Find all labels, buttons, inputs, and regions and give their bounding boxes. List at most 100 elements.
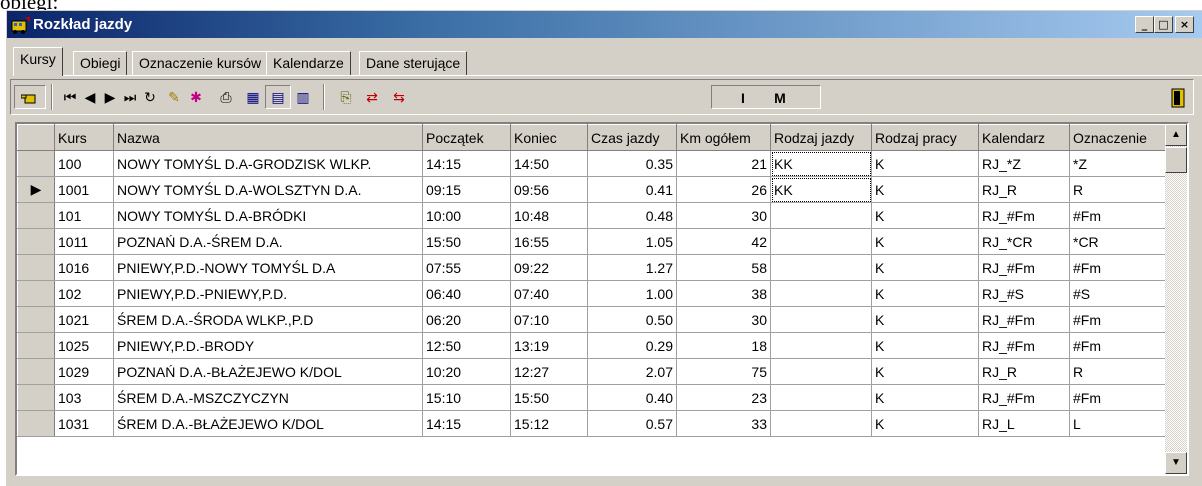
- table-row[interactable]: 1029 POZNAŃ D.A.-BŁAŻEJEWO K/DOL 10:20 12:2…: [17, 358, 1166, 385]
- table-row[interactable]: 101 NOWY TOMYŚL D.A-BRÓDKI 10:00 10:48 0.48 3…: [17, 202, 1166, 229]
- table-cell[interactable]: 26: [676, 176, 771, 203]
- table-cell[interactable]: 18: [676, 332, 771, 359]
- table-cell[interactable]: *CR: [1069, 228, 1166, 255]
- table-cell[interactable]: 07:10: [510, 306, 588, 333]
- table-cell[interactable]: 0.48: [587, 202, 677, 229]
- table-cell[interactable]: K: [871, 332, 979, 359]
- tab-oznaczenie-kursow[interactable]: Oznaczenie kursów: [132, 51, 269, 75]
- table-cell[interactable]: #S: [1069, 280, 1166, 307]
- table-cell[interactable]: RJ_#S: [978, 280, 1070, 307]
- table-cell[interactable]: R: [1069, 358, 1166, 385]
- table-row[interactable]: 1016 PNIEWY,P.D.-NOWY TOMYŚL D.A 07:55 09:2…: [17, 254, 1166, 281]
- table-cell[interactable]: 1029: [54, 358, 114, 385]
- row-indicator[interactable]: [17, 150, 55, 177]
- hand-pointer-icon[interactable]: [21, 90, 39, 106]
- table-row[interactable]: 1031 ŚREM D.A.-BŁAŻEJEWO K/DOL 14:15 15:12 0…: [17, 410, 1166, 437]
- print-icon[interactable]: ⎙: [216, 87, 236, 109]
- table-cell[interactable]: [770, 306, 872, 333]
- table-cell[interactable]: 38: [676, 280, 771, 307]
- form-view-icon[interactable]: ▤: [268, 87, 288, 109]
- table-cell[interactable]: 09:22: [510, 254, 588, 281]
- table-cell[interactable]: 06:20: [422, 306, 511, 333]
- table-cell[interactable]: K: [871, 384, 979, 411]
- table-cell[interactable]: K: [871, 358, 979, 385]
- row-indicator[interactable]: [17, 410, 55, 437]
- table-cell[interactable]: #Fm: [1069, 332, 1166, 359]
- table-cell[interactable]: ŚREM D.A.-ŚRODA WLKP.,P.D: [113, 306, 423, 333]
- row-indicator[interactable]: [17, 254, 55, 281]
- tab-kalendarze[interactable]: Kalendarze: [266, 51, 351, 75]
- column-header[interactable]: Rodzaj jazdy: [770, 124, 872, 151]
- table-cell[interactable]: [770, 254, 872, 281]
- row-indicator[interactable]: [17, 306, 55, 333]
- tab-kursy[interactable]: Kursy: [13, 47, 63, 76]
- table-cell[interactable]: RJ_#Fm: [978, 384, 1070, 411]
- table-cell[interactable]: 0.35: [587, 150, 677, 177]
- mode-i-button[interactable]: I: [735, 87, 751, 109]
- maximize-button[interactable]: □: [1154, 16, 1173, 33]
- table-cell[interactable]: 101: [54, 202, 114, 229]
- table-cell[interactable]: 30: [676, 306, 771, 333]
- report-icon[interactable]: ⎘: [336, 87, 356, 109]
- table-cell[interactable]: 14:15: [422, 410, 511, 437]
- table-cell[interactable]: 1011: [54, 228, 114, 255]
- table-cell[interactable]: RJ_*CR: [978, 228, 1070, 255]
- table-row[interactable]: 1021 ŚREM D.A.-ŚRODA WLKP.,P.D 06:20 07:10 0…: [17, 306, 1166, 333]
- column-header[interactable]: Rodzaj pracy: [871, 124, 979, 151]
- row-indicator[interactable]: [17, 202, 55, 229]
- table-cell[interactable]: [770, 384, 872, 411]
- table-cell[interactable]: [770, 358, 872, 385]
- table-cell[interactable]: K: [871, 410, 979, 437]
- table-cell[interactable]: RJ_#Fm: [978, 332, 1070, 359]
- table-cell[interactable]: 0.41: [587, 176, 677, 203]
- table-cell[interactable]: KK: [770, 150, 872, 177]
- scroll-thumb[interactable]: [1165, 147, 1187, 173]
- table-cell[interactable]: RJ_R: [978, 358, 1070, 385]
- table-cell[interactable]: K: [871, 228, 979, 255]
- column-header[interactable]: Oznaczenie: [1069, 124, 1166, 151]
- table-cell[interactable]: 16:55: [510, 228, 588, 255]
- table-cell[interactable]: R: [1069, 176, 1166, 203]
- table-cell[interactable]: #Fm: [1069, 202, 1166, 229]
- table-cell[interactable]: [770, 202, 872, 229]
- table-cell[interactable]: 1031: [54, 410, 114, 437]
- table-cell[interactable]: 06:40: [422, 280, 511, 307]
- table-cell[interactable]: 0.57: [587, 410, 677, 437]
- table-cell[interactable]: 1.05: [587, 228, 677, 255]
- table-cell[interactable]: 42: [676, 228, 771, 255]
- table-cell[interactable]: [770, 332, 872, 359]
- table-cell[interactable]: 14:50: [510, 150, 588, 177]
- tab-obiegi[interactable]: Obiegi: [73, 51, 128, 75]
- remove-trip-icon[interactable]: ⇆: [388, 87, 410, 109]
- minimize-button[interactable]: _: [1135, 16, 1154, 33]
- table-cell[interactable]: 1025: [54, 332, 114, 359]
- table-cell[interactable]: 13:19: [510, 332, 588, 359]
- table-cell[interactable]: POZNAŃ D.A.-BŁAŻEJEWO K/DOL: [113, 358, 423, 385]
- table-cell[interactable]: 103: [54, 384, 114, 411]
- row-indicator[interactable]: [17, 358, 55, 385]
- first-record-icon[interactable]: ⏮: [61, 87, 79, 109]
- table-cell[interactable]: #Fm: [1069, 384, 1166, 411]
- table-cell[interactable]: KK: [770, 176, 872, 203]
- table-cell[interactable]: [770, 280, 872, 307]
- table-cell[interactable]: 15:50: [422, 228, 511, 255]
- refresh-icon[interactable]: ↻: [141, 87, 159, 109]
- table-cell[interactable]: 09:15: [422, 176, 511, 203]
- column-header[interactable]: Nazwa: [113, 124, 423, 151]
- table-cell[interactable]: PNIEWY,P.D.-PNIEWY,P.D.: [113, 280, 423, 307]
- table-cell[interactable]: 07:40: [510, 280, 588, 307]
- row-indicator[interactable]: [17, 384, 55, 411]
- list-view-icon[interactable]: ▥: [293, 87, 313, 109]
- table-row[interactable]: 1011 POZNAŃ D.A.-ŚREM D.A. 15:50 16:55 1.05 4…: [17, 228, 1166, 255]
- last-record-icon[interactable]: ⏭: [121, 87, 139, 109]
- table-cell[interactable]: 12:27: [510, 358, 588, 385]
- table-cell[interactable]: 23: [676, 384, 771, 411]
- edit-record-icon[interactable]: ✎: [164, 87, 184, 109]
- row-indicator[interactable]: [17, 332, 55, 359]
- table-row[interactable]: 100 NOWY TOMYŚL D.A-GRODZISK WLKP. 14:15 14…: [17, 150, 1166, 177]
- table-cell[interactable]: 75: [676, 358, 771, 385]
- table-cell[interactable]: 58: [676, 254, 771, 281]
- table-cell[interactable]: 1021: [54, 306, 114, 333]
- table-cell[interactable]: #Fm: [1069, 254, 1166, 281]
- table-cell[interactable]: RJ_#Fm: [978, 306, 1070, 333]
